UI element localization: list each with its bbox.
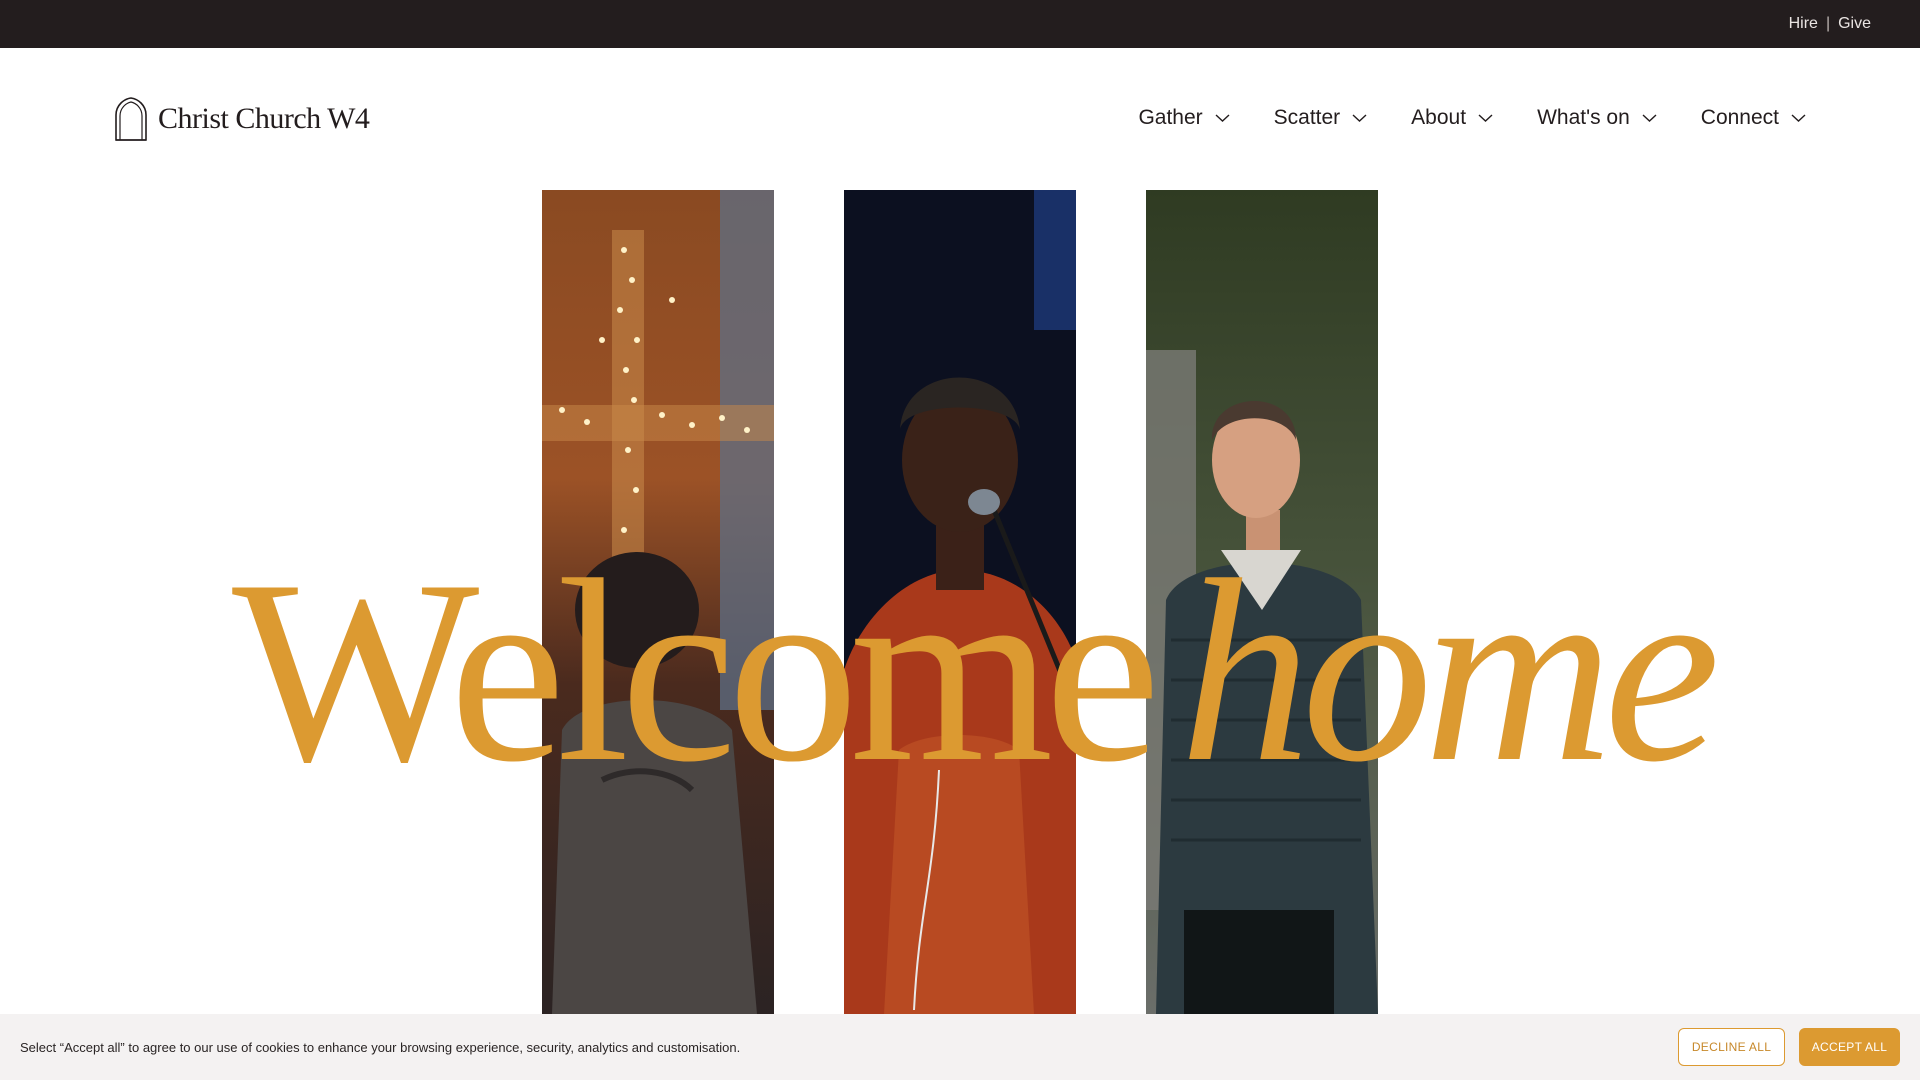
main-nav: Gather Scatter About What's on Connect xyxy=(1138,106,1806,130)
nav-item-label: Scatter xyxy=(1273,106,1341,129)
site-logo[interactable]: Christ Church W4 xyxy=(114,96,370,142)
hire-link[interactable]: Hire xyxy=(1789,15,1818,33)
nav-item-gather[interactable]: Gather xyxy=(1138,106,1230,130)
chevron-down-icon xyxy=(1215,114,1230,122)
nav-item-whats-on[interactable]: What's on xyxy=(1537,106,1657,130)
accept-all-button[interactable]: ACCEPT ALL xyxy=(1799,1028,1900,1066)
cross-lights-photo xyxy=(542,190,774,1014)
smiling-man-photo xyxy=(1146,190,1378,1014)
chevron-down-icon xyxy=(1352,114,1367,122)
cookie-banner: Select “Accept all” to agree to our use … xyxy=(0,1014,1920,1080)
decline-all-button[interactable]: DECLINE ALL xyxy=(1678,1028,1785,1066)
nav-item-label: Connect xyxy=(1700,106,1779,129)
nav-item-about[interactable]: About xyxy=(1411,106,1493,130)
utility-bar: Hire | Give xyxy=(0,0,1920,48)
nav-item-label: What's on xyxy=(1537,106,1630,129)
link-separator: | xyxy=(1825,15,1831,32)
singer-photo xyxy=(844,190,1076,1014)
chevron-down-icon xyxy=(1478,114,1493,122)
site-name: Christ Church W4 xyxy=(158,102,370,135)
nav-item-scatter[interactable]: Scatter xyxy=(1274,106,1368,130)
arched-window-icon xyxy=(115,97,147,141)
nav-item-label: About xyxy=(1411,106,1467,129)
nav-item-label: Gather xyxy=(1138,106,1203,129)
site-header: Christ Church W4 Gather Scatter About Wh… xyxy=(0,48,1920,190)
nav-item-connect[interactable]: Connect xyxy=(1701,106,1806,130)
chevron-down-icon xyxy=(1642,114,1657,122)
cookie-message: Select “Accept all” to agree to our use … xyxy=(20,1039,741,1055)
chevron-down-icon xyxy=(1791,114,1806,122)
give-link[interactable]: Give xyxy=(1838,15,1871,33)
